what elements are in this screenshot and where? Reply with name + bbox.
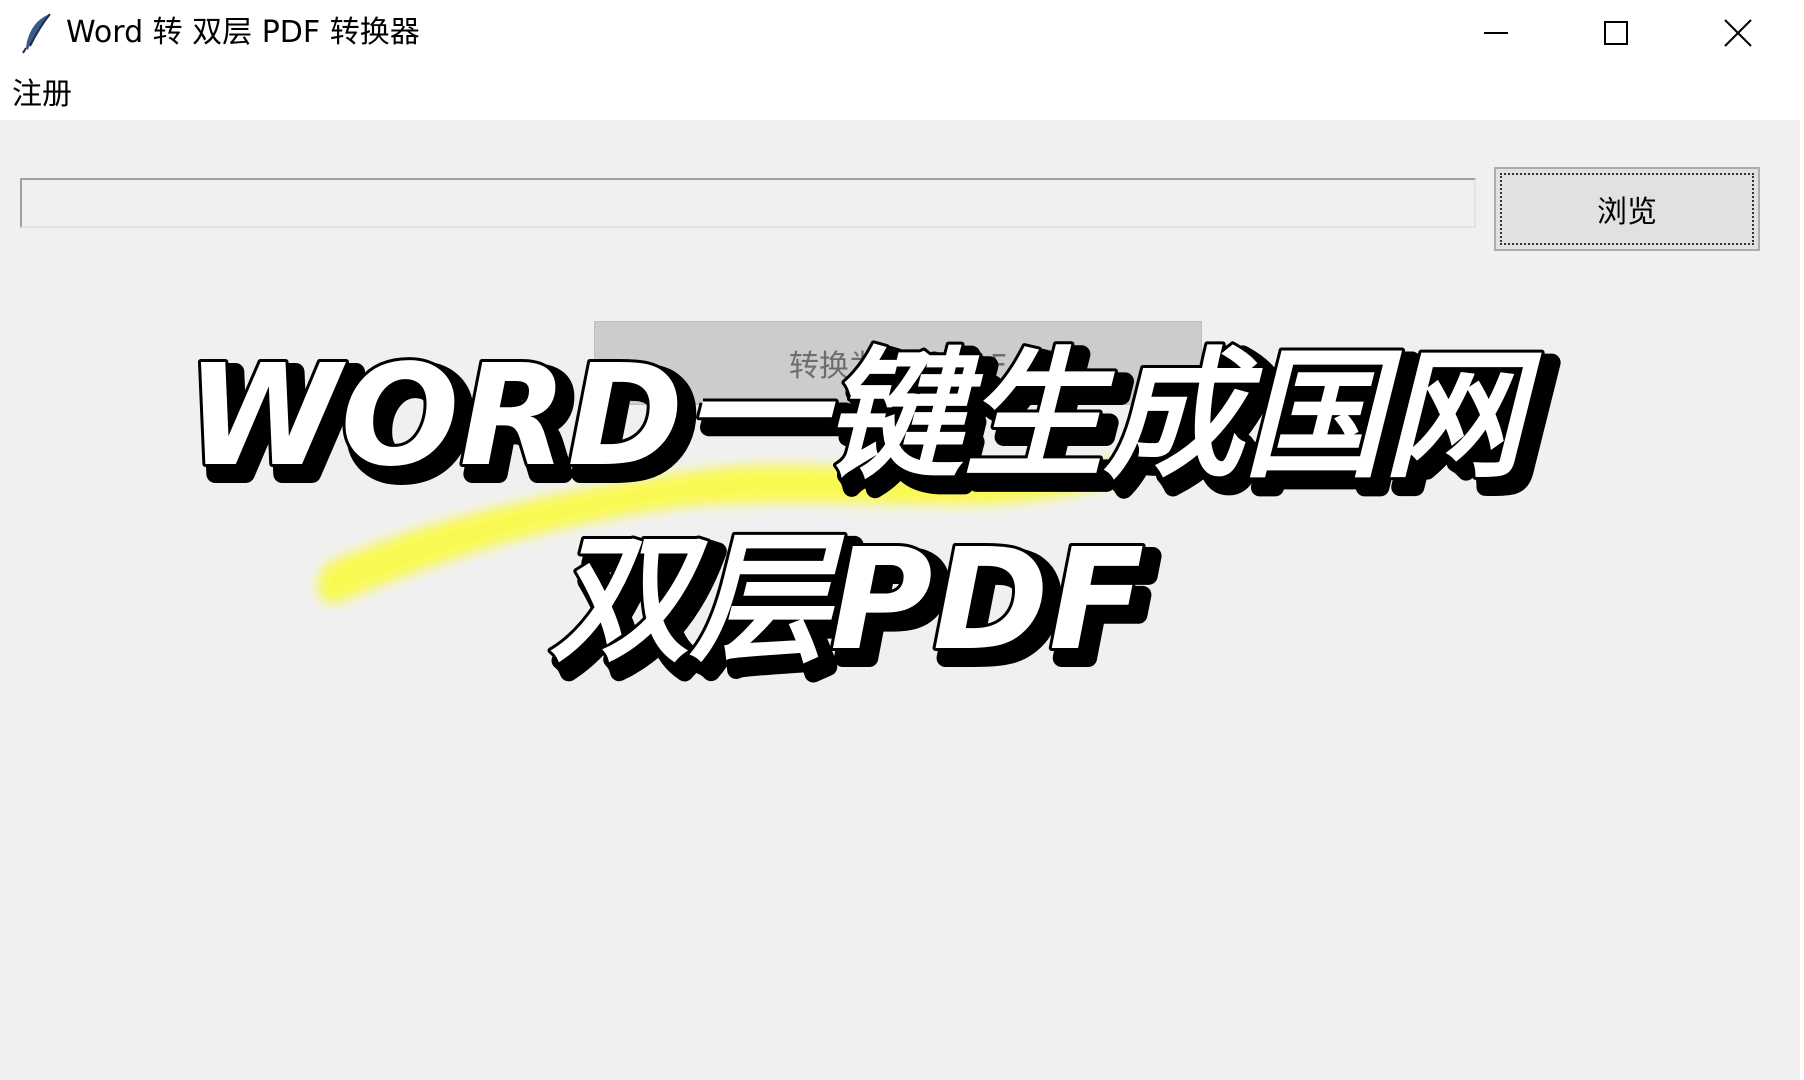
highlight-stroke	[317, 452, 1146, 604]
maximize-button[interactable]	[1556, 0, 1676, 66]
minimize-icon	[1484, 32, 1508, 34]
menu-item-register[interactable]: 注册	[12, 78, 72, 112]
maximize-icon	[1604, 21, 1628, 45]
window-edge	[1800, 0, 1804, 1080]
window-title: Word 转 双层 PDF 转换器	[66, 15, 420, 50]
promo-overlay: WORD一键生成国网 WORD一键生成国网 双层PDF 双层PDF	[183, 332, 1561, 701]
title-bar: Word 转 双层 PDF 转换器	[0, 0, 1804, 66]
file-path-input[interactable]	[20, 178, 1476, 228]
browse-button[interactable]: 浏览	[1494, 167, 1760, 251]
menu-bar: 注册	[0, 66, 1804, 120]
app-window: Word 转 双层 PDF 转换器 注册 浏览 转换为双层 PDF WORD一键…	[0, 0, 1804, 1080]
convert-button[interactable]: 转换为双层 PDF	[594, 321, 1202, 405]
close-button[interactable]	[1678, 0, 1798, 66]
feather-icon	[22, 13, 51, 54]
minimize-button[interactable]	[1436, 0, 1556, 66]
browse-button-label: 浏览	[1597, 195, 1657, 230]
close-icon	[1724, 19, 1752, 47]
overlay-title-line2-shadow: 双层PDF	[560, 529, 1154, 692]
overlay-title-line2: 双层PDF	[550, 519, 1144, 682]
convert-button-label: 转换为双层 PDF	[789, 349, 1007, 384]
